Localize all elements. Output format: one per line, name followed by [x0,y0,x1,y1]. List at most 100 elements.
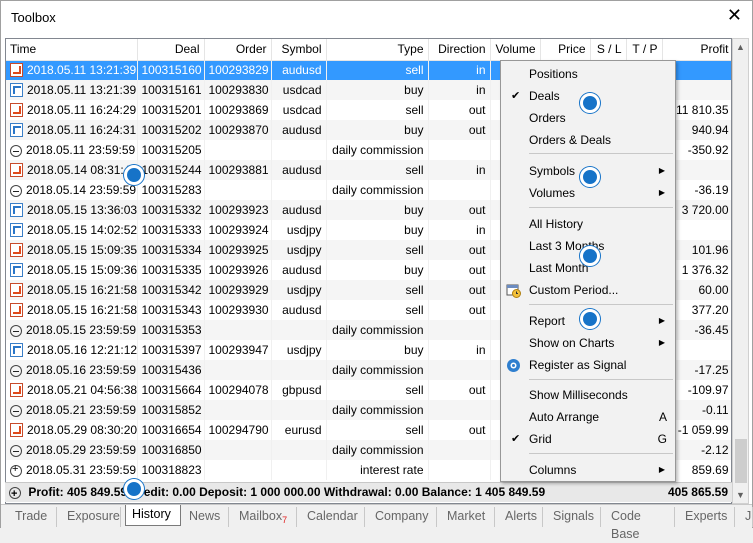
time-text: 2018.05.14 23:59:59 [26,183,137,197]
menu-label: Orders [529,111,566,125]
summary-expand-icon[interactable] [9,485,21,504]
summary-total: 405 865.59 [667,485,728,499]
type-cell: sell [326,380,429,400]
time-text: 2018.05.15 23:59:59 [26,323,137,337]
deal-cell: 100315161 [137,80,205,100]
menu-separator [529,153,673,154]
time-cell: 2018.05.15 15:09:36 [6,260,138,280]
commission-icon [10,445,22,457]
unread-badge: 7 [282,515,288,525]
column-header[interactable]: Deal [137,39,205,61]
menu-item-custom-period[interactable]: Custom Period... [501,279,675,301]
direction-cell: out [428,300,491,320]
tab-calendar[interactable]: Calendar [301,507,365,527]
time-cell: 2018.05.16 23:59:59 [6,360,138,380]
tab-j[interactable]: J [739,507,753,527]
tab-trade[interactable]: Trade [9,507,57,527]
tab-label: History [132,507,171,521]
time-text: 2018.05.11 13:21:39 [27,63,137,78]
column-header[interactable]: Symbol [271,39,327,61]
menu-item-register-signal[interactable]: Register as Signal [501,354,675,376]
tab-news[interactable]: News [183,507,229,527]
menu-item-all-history[interactable]: All History [501,213,675,235]
column-header[interactable]: Volume [490,39,541,61]
type-cell: daily commission [326,140,429,160]
type-cell: buy [326,200,429,220]
sell-icon [10,243,23,257]
tab-market[interactable]: Market [441,507,495,527]
tab-label: Alerts [505,509,537,523]
tab-experts[interactable]: Experts [679,507,735,527]
tab-company[interactable]: Company [369,507,437,527]
time-cell: 2018.05.15 23:59:59 [6,320,138,340]
column-header[interactable]: S / L [590,39,627,61]
type-cell: sell [326,420,429,440]
menu-item-auto-arrange[interactable]: Auto Arrange A [501,406,675,428]
type-cell: daily commission [326,360,429,380]
tab-alerts[interactable]: Alerts [499,507,543,527]
sell-icon [10,423,23,437]
submenu-arrow-icon: ▶ [658,166,665,175]
submenu-arrow-icon: ▶ [658,338,665,347]
symbol-cell [271,460,327,480]
direction-cell: in [428,160,491,180]
deal-cell: 100315436 [137,360,205,380]
scroll-down-icon[interactable]: ▼ [736,490,745,500]
time-cell: 2018.05.15 16:21:58 [6,300,138,320]
order-cell [204,180,272,200]
window-title: Toolbox [11,10,56,25]
type-cell: interest rate [326,460,429,480]
sell-icon [10,283,23,297]
menu-item-positions[interactable]: Positions [501,63,675,85]
menu-item-orders-deals[interactable]: Orders & Deals [501,129,675,151]
tab-signals[interactable]: Signals [547,507,601,527]
scroll-thumb[interactable] [735,439,747,483]
close-icon[interactable]: ✕ [727,5,742,26]
plus-icon [10,463,22,477]
menu-label: Show Milliseconds [529,388,628,402]
scroll-up-icon[interactable]: ▲ [736,42,745,52]
tab-mailbox[interactable]: Mailbox7 [233,507,297,527]
tab-history[interactable]: History [125,505,181,526]
time-cell: 2018.05.11 23:59:59 [6,140,138,160]
order-cell [204,140,272,160]
deal-cell: 100315852 [137,400,205,420]
column-header[interactable]: Time [6,39,138,61]
type-cell: daily commission [326,440,429,460]
deal-cell: 100315283 [137,180,205,200]
shortcut-key: G [657,432,667,446]
menu-label: Grid [529,432,552,446]
column-header[interactable]: T / P [626,39,663,61]
column-header[interactable]: Order [204,39,272,61]
deal-cell: 100315202 [137,120,205,140]
type-cell: sell [326,100,429,120]
vertical-scrollbar[interactable]: ▲ ▼ [732,38,749,504]
symbol-cell: audusd [271,260,327,280]
submenu-arrow-icon: ▶ [658,465,665,474]
menu-item-show-on-charts[interactable]: Show on Charts ▶ [501,332,675,354]
direction-cell [428,320,491,340]
click-marker [580,246,600,266]
tab-label: Code Base [611,509,641,541]
menu-item-grid[interactable]: ✔ Grid G [501,428,675,450]
column-header[interactable]: Profit [662,39,731,61]
direction-cell: in [428,80,491,100]
menu-item-columns[interactable]: Columns ▶ [501,459,675,481]
menu-label: Volumes [529,186,576,200]
tab-exposure[interactable]: Exposure [61,507,121,527]
order-cell: 100293926 [204,260,272,280]
submenu-arrow-icon: ▶ [658,188,665,197]
column-header[interactable]: Direction [428,39,491,61]
type-cell: sell [326,60,429,80]
buy-icon [10,123,23,137]
time-text: 2018.05.16 23:59:59 [26,363,137,377]
tab-code-base[interactable]: Code Base [605,507,675,541]
order-cell: 100293869 [204,100,272,120]
column-header[interactable]: Type [326,39,429,61]
deal-cell: 100315343 [137,300,205,320]
order-cell [204,320,272,340]
menu-item-show-milliseconds[interactable]: Show Milliseconds [501,384,675,406]
column-header[interactable]: Price [540,39,591,61]
time-cell: 2018.05.11 13:21:39 [6,80,138,100]
menu-label: Positions [529,67,578,81]
